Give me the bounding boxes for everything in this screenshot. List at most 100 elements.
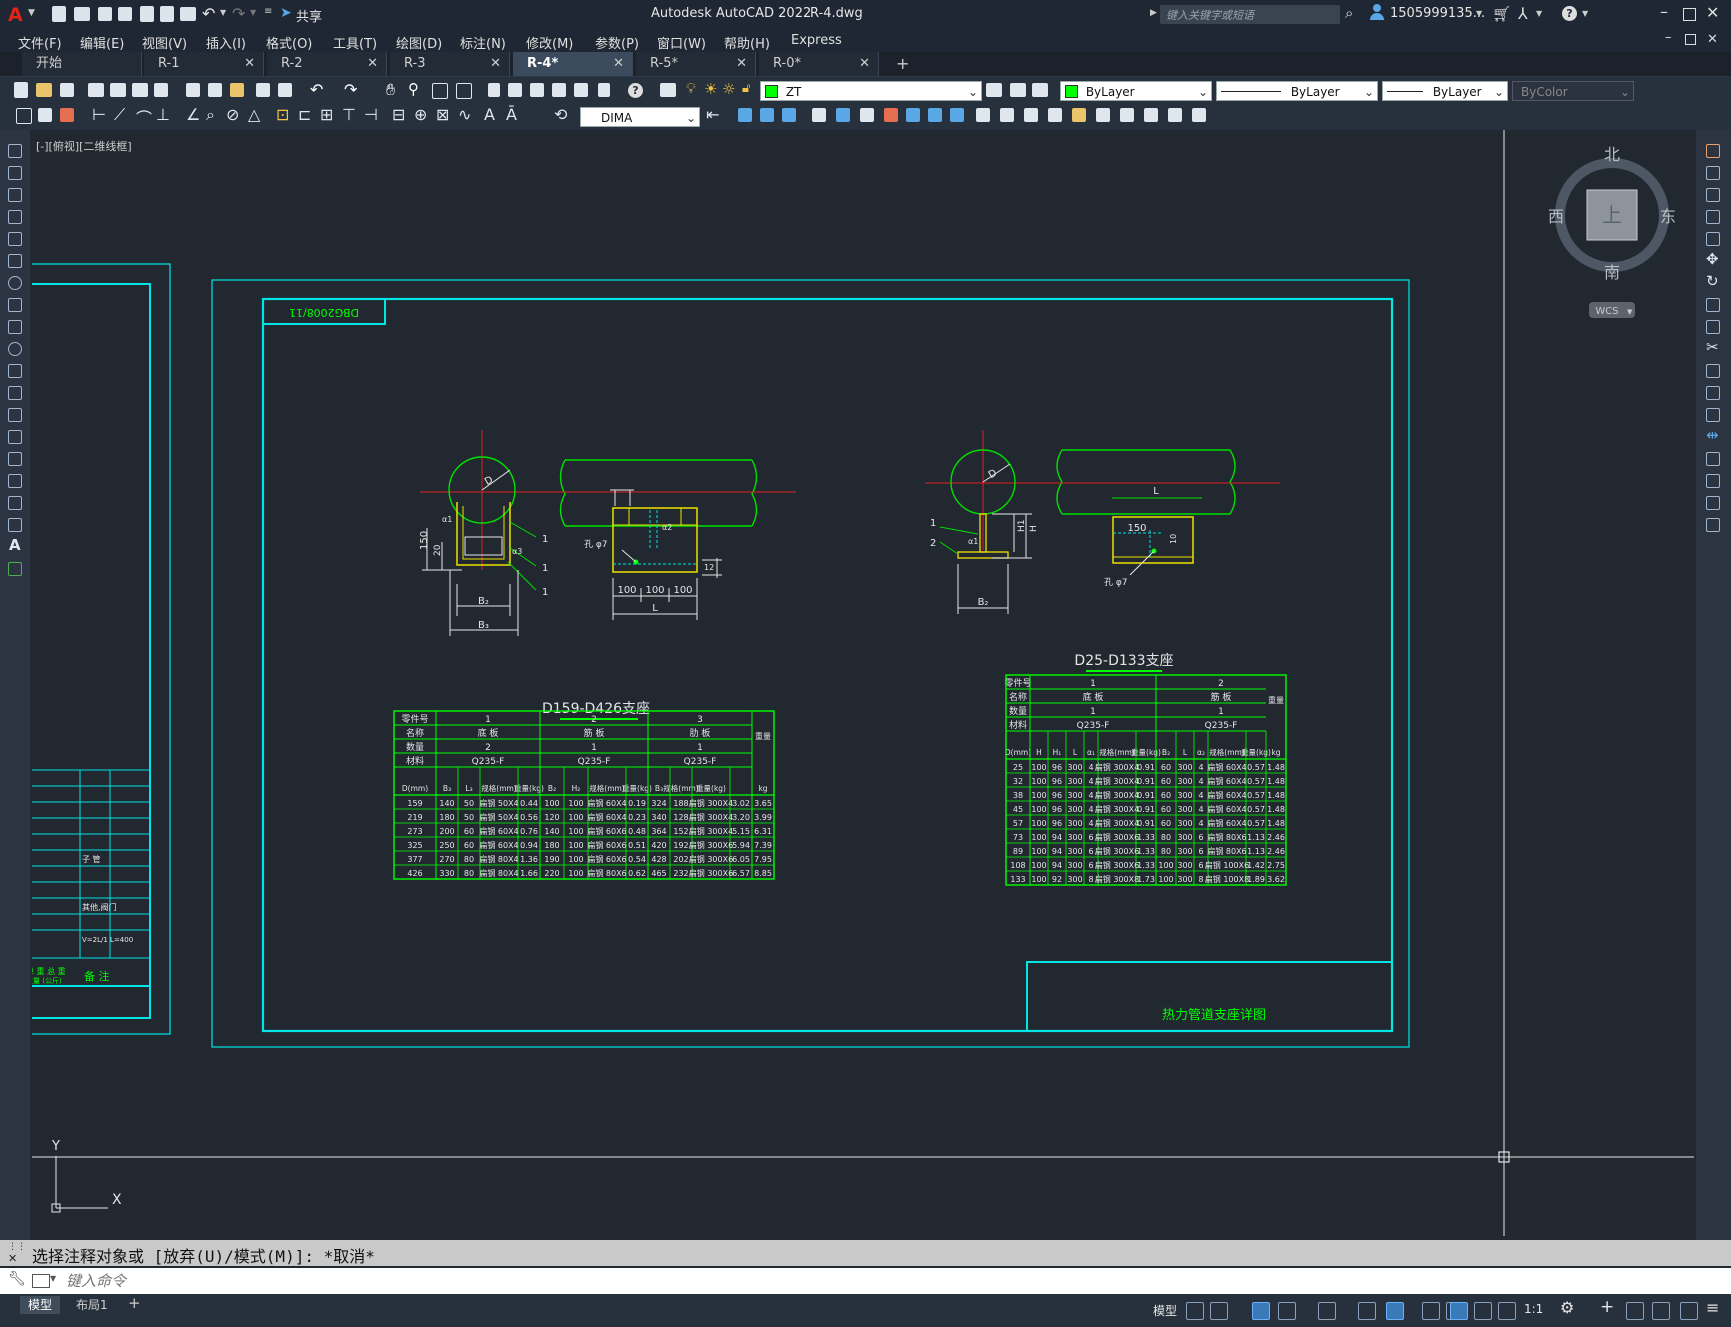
user-dropdown-icon[interactable]: ▼ bbox=[1476, 9, 1482, 18]
tab-close-icon[interactable]: ✕ bbox=[736, 52, 747, 76]
array-icon[interactable] bbox=[812, 108, 826, 122]
close-icon[interactable]: ✕ bbox=[1706, 3, 1719, 22]
sheet-set-icon[interactable] bbox=[552, 83, 566, 97]
doc-minimize-icon[interactable]: – bbox=[1665, 30, 1672, 45]
quick-dim-icon[interactable]: ⊡ bbox=[276, 105, 289, 124]
hatch-icon[interactable] bbox=[8, 452, 22, 466]
add-icon[interactable]: + bbox=[1600, 1297, 1614, 1317]
paste-icon[interactable] bbox=[230, 83, 244, 97]
fillet-tool-icon[interactable] bbox=[1706, 474, 1720, 488]
zoom-realtime-icon[interactable]: ⚲ bbox=[408, 80, 419, 98]
compass-north[interactable]: 北 bbox=[1604, 145, 1620, 164]
layer-vp-freeze-icon[interactable]: ☼ bbox=[722, 80, 735, 98]
menu-tools[interactable]: 工具(T) bbox=[333, 33, 377, 52]
model-space-button[interactable]: 模型 bbox=[1153, 1302, 1177, 1319]
group-icon[interactable] bbox=[1144, 108, 1158, 122]
viewcube-top-face[interactable]: 上 bbox=[1602, 203, 1622, 227]
drawing-canvas[interactable]: 子 管 其他,阀门 V=2L/1 L=400 单 重 总 重 重量 (公斤) 备… bbox=[32, 130, 1694, 1236]
copy-obj-icon[interactable] bbox=[738, 108, 752, 122]
qnew-icon[interactable] bbox=[14, 82, 28, 98]
annotation-scale-icon[interactable] bbox=[1498, 1302, 1516, 1320]
layer-dropdown[interactable]: ZT ⌄ bbox=[760, 81, 982, 101]
maximize-icon[interactable] bbox=[1683, 8, 1696, 21]
annotation-scale-value[interactable]: 1:1 bbox=[1524, 1302, 1543, 1316]
tab-close-icon[interactable]: ✕ bbox=[244, 52, 255, 76]
scale-icon[interactable] bbox=[884, 108, 898, 122]
make-current-layer-icon[interactable] bbox=[986, 83, 1002, 97]
tab-r5[interactable]: R-5* ✕ bbox=[636, 52, 756, 76]
tab-r2[interactable]: R-2 ✕ bbox=[267, 52, 387, 76]
block-editor-icon[interactable] bbox=[278, 83, 292, 97]
menu-parametric[interactable]: 参数(P) bbox=[595, 33, 639, 52]
tab-close-icon[interactable]: ✕ bbox=[367, 52, 378, 76]
extend-icon[interactable] bbox=[950, 108, 964, 122]
spline-icon[interactable] bbox=[8, 320, 22, 334]
ungroup-icon[interactable] bbox=[1168, 108, 1182, 122]
line-icon[interactable] bbox=[8, 144, 22, 158]
command-grip-icon[interactable]: ⋮⋮ bbox=[8, 1242, 26, 1252]
undo-dropdown-icon[interactable]: ▼ bbox=[220, 8, 226, 17]
doc-close-icon[interactable]: ✕ bbox=[1707, 32, 1718, 47]
cart-icon[interactable]: 🛒︎ bbox=[1492, 5, 1511, 23]
dim-linear-tool-icon[interactable]: ⊢ bbox=[92, 105, 106, 124]
search-icon[interactable]: ⌕ bbox=[1345, 4, 1353, 22]
tool-palette-icon[interactable] bbox=[530, 83, 544, 97]
offset-icon[interactable] bbox=[782, 108, 796, 122]
save-tb-icon[interactable] bbox=[60, 83, 74, 97]
publish-icon[interactable] bbox=[132, 83, 148, 97]
dim-text-edit-icon[interactable]: Ā bbox=[506, 105, 517, 124]
drawing-viewport[interactable]: [-][俯视][二维线框] 子 管 其他,阀门 V=2L/1 L=400 重 总… bbox=[32, 130, 1694, 1236]
gear-icon[interactable]: ⚙ bbox=[1560, 1298, 1574, 1317]
save-web-icon[interactable] bbox=[160, 6, 174, 22]
search-expand-icon[interactable]: ▶ bbox=[1150, 8, 1157, 18]
print-preview-icon[interactable] bbox=[110, 83, 126, 97]
customize-qat-icon[interactable]: ≡ bbox=[264, 6, 272, 17]
menu-draw[interactable]: 绘图(D) bbox=[396, 33, 442, 52]
mirror-tool-icon[interactable] bbox=[1706, 188, 1720, 202]
redo-tb-icon[interactable]: ↷ bbox=[344, 80, 357, 99]
linetype-dropdown[interactable]: ByLayer ⌄ bbox=[1216, 81, 1378, 101]
join-icon[interactable] bbox=[1000, 108, 1014, 122]
dim-style-icon[interactable]: ⇤ bbox=[706, 105, 719, 124]
minimize-icon[interactable]: – bbox=[1660, 2, 1668, 21]
polygon-icon[interactable] bbox=[8, 210, 22, 224]
circle-icon[interactable] bbox=[8, 276, 22, 290]
region-icon[interactable] bbox=[8, 496, 22, 510]
open-icon[interactable] bbox=[36, 83, 52, 97]
dim-linear-icon[interactable] bbox=[16, 108, 32, 124]
erase-tool-icon[interactable] bbox=[1706, 144, 1720, 158]
user-icon[interactable] bbox=[1370, 4, 1384, 20]
snap-icon[interactable] bbox=[1210, 1302, 1228, 1320]
layer-state-icon[interactable] bbox=[1032, 83, 1048, 97]
pan-icon[interactable]: ✋︎ bbox=[386, 80, 395, 100]
copy-icon[interactable] bbox=[208, 83, 222, 97]
menu-dimension[interactable]: 标注(N) bbox=[460, 33, 506, 52]
share-button[interactable]: 共享 bbox=[296, 6, 322, 25]
dim-space-icon[interactable]: ⊤ bbox=[342, 105, 356, 124]
layer-properties-icon[interactable] bbox=[660, 83, 676, 97]
grid-icon[interactable] bbox=[1186, 1302, 1204, 1320]
new-tab-icon[interactable]: + bbox=[896, 54, 909, 73]
tab-close-icon[interactable]: ✕ bbox=[859, 52, 870, 76]
lineweight-icon[interactable] bbox=[1422, 1302, 1440, 1320]
command-prompt-icon[interactable] bbox=[32, 1274, 50, 1288]
cut-icon[interactable] bbox=[186, 83, 200, 97]
compass-south[interactable]: 南 bbox=[1604, 263, 1620, 282]
offset-tool-icon[interactable] bbox=[1706, 210, 1720, 224]
autodesk-app-icon[interactable]: ⅄ bbox=[1518, 4, 1528, 23]
extend-tool-icon[interactable] bbox=[1706, 364, 1720, 378]
mtext-icon[interactable]: A bbox=[9, 536, 21, 554]
draworder-icon[interactable] bbox=[1120, 108, 1134, 122]
user-name[interactable]: 1505999135... bbox=[1390, 6, 1485, 21]
explode-icon[interactable] bbox=[1072, 108, 1086, 122]
copy-tool-icon[interactable] bbox=[1706, 166, 1720, 180]
ortho-icon[interactable] bbox=[1252, 1302, 1270, 1320]
osnap-icon[interactable] bbox=[1386, 1302, 1404, 1320]
stretch-icon[interactable] bbox=[906, 108, 920, 122]
isodraft-icon[interactable] bbox=[1318, 1302, 1336, 1320]
markup-icon[interactable] bbox=[574, 83, 588, 97]
print-icon[interactable] bbox=[88, 83, 104, 97]
make-block-icon[interactable] bbox=[8, 408, 22, 422]
move-icon[interactable] bbox=[836, 108, 850, 122]
inspect-icon[interactable]: ⊠ bbox=[436, 105, 449, 124]
